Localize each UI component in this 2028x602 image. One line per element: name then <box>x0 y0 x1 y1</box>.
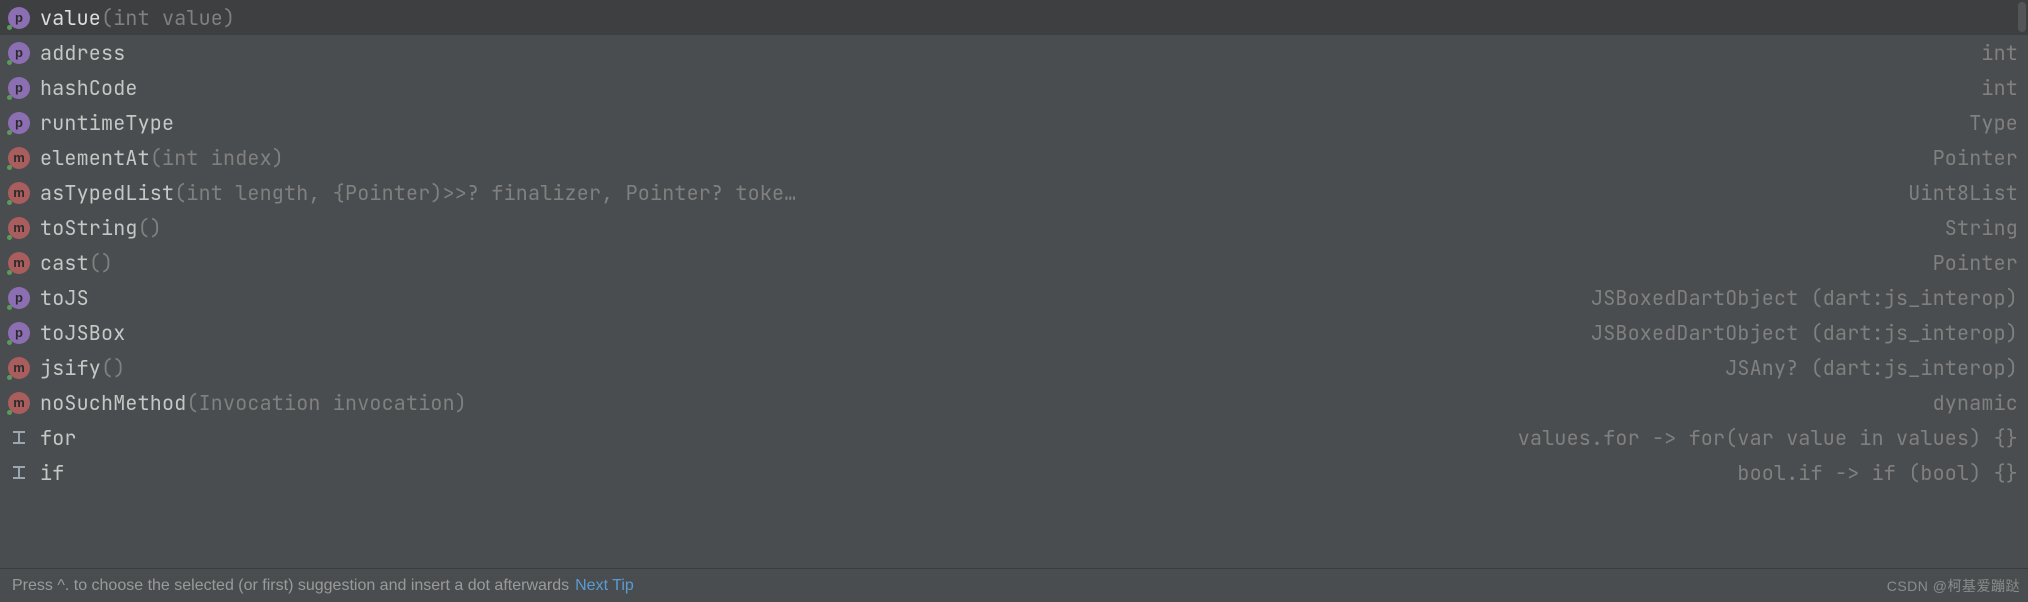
suggestion-name: if <box>40 460 64 486</box>
suggestion-name: address <box>40 40 125 66</box>
method-icon: m <box>8 392 30 414</box>
watermark: CSDN @柯基爱蹦跶 <box>1887 576 2020 596</box>
suggestion-params: (Invocation invocation) <box>186 390 467 416</box>
suggestion-params: () <box>138 215 162 241</box>
suggestion-type: int <box>1981 40 2018 66</box>
suggestion-row[interactable]: p hashCode int <box>0 70 2028 105</box>
suggestion-row[interactable]: ptoJS JSBoxedDartObject (dart:js_interop) <box>0 280 2028 315</box>
suggestion-type: JSBoxedDartObject (dart:js_interop) <box>1591 285 2018 311</box>
suggestion-type: JSAny? (dart:js_interop) <box>1725 355 2018 381</box>
suggestion-name: noSuchMethod <box>40 390 186 416</box>
suggestion-name: for <box>40 425 77 451</box>
suggestion-name: hashCode <box>40 75 138 101</box>
method-icon: m <box>8 357 30 379</box>
method-icon: m <box>8 252 30 274</box>
property-icon: p <box>8 77 30 99</box>
suggestion-type: Type <box>1969 110 2018 136</box>
method-icon: m <box>8 182 30 204</box>
suggestion-row[interactable]: mcast() Pointer <box>0 245 2028 280</box>
suggestion-type: Uint8List <box>1908 180 2018 206</box>
method-icon: m <box>8 217 30 239</box>
suggestion-row[interactable]: pvalue(int value) <box>0 0 2028 35</box>
suggestion-params: (int value) <box>101 5 235 31</box>
suggestion-type: dynamic <box>1933 390 2018 416</box>
suggestion-name: jsify <box>40 355 101 381</box>
suggestion-row[interactable]: p address int <box>0 35 2028 70</box>
next-tip-link[interactable]: Next Tip <box>575 577 634 595</box>
suggestion-name: toJSBox <box>40 320 125 346</box>
code-completion-popup: pvalue(int value)paddressintphashCodeint… <box>0 0 2028 602</box>
suggestion-name: toString <box>40 215 138 241</box>
suggestion-type: values.for -> for(var value in values) {… <box>1518 425 2018 451</box>
suggestion-list[interactable]: pvalue(int value)paddressintphashCodeint… <box>0 0 2028 568</box>
suggestion-params: () <box>101 355 125 381</box>
suggestion-name: value <box>40 5 101 31</box>
suggestion-row[interactable]: mjsify() JSAny? (dart:js_interop) <box>0 350 2028 385</box>
suggestion-name: runtimeType <box>40 110 174 136</box>
suggestion-type: bool.if -> if (bool) {} <box>1737 460 2018 486</box>
suggestion-row[interactable]: m asTypedList(int length, {Pointer)>>? fi… <box>0 175 2028 210</box>
scrollbar-thumb[interactable] <box>2018 2 2026 32</box>
suggestion-params: (int length, {Pointer)>>? finalizer, Poi… <box>174 180 796 206</box>
suggestion-name: asTypedList <box>40 180 174 206</box>
suggestion-row[interactable]: m toString() String <box>0 210 2028 245</box>
suggestion-name: elementAt <box>40 145 150 171</box>
property-icon: p <box>8 7 30 29</box>
suggestion-type: JSBoxedDartObject (dart:js_interop) <box>1591 320 2018 346</box>
suggestion-params: (int index) <box>150 145 284 171</box>
suggestion-row[interactable]: p runtimeType Type <box>0 105 2028 140</box>
property-icon: p <box>8 112 30 134</box>
suggestion-type: int <box>1981 75 2018 101</box>
suggestion-type: Pointer <box>1933 145 2018 171</box>
suggestion-row[interactable]: m elementAt(int index) Pointer <box>0 140 2028 175</box>
template-icon <box>8 427 30 449</box>
property-icon: p <box>8 42 30 64</box>
template-icon <box>8 462 30 484</box>
suggestion-name: toJS <box>40 285 89 311</box>
suggestion-row[interactable]: m noSuchMethod(Invocation invocation) dyna… <box>0 385 2028 420</box>
property-icon: p <box>8 287 30 309</box>
method-icon: m <box>8 147 30 169</box>
suggestion-type: String <box>1945 215 2018 241</box>
footer-hint: Press ^. to choose the selected (or firs… <box>12 577 569 595</box>
suggestion-row[interactable]: p toJSBox JSBoxedDartObject (dart:js_inter… <box>0 315 2028 350</box>
suggestion-type: Pointer <box>1933 250 2018 276</box>
suggestion-name: cast <box>40 250 89 276</box>
property-icon: p <box>8 322 30 344</box>
suggestion-row[interactable]: for values.for -> for(var value in values… <box>0 420 2028 455</box>
popup-footer: Press ^. to choose the selected (or firs… <box>0 568 2028 602</box>
suggestion-row[interactable]: if bool.if -> if (bool) {} <box>0 455 2028 490</box>
suggestion-params: () <box>89 250 113 276</box>
